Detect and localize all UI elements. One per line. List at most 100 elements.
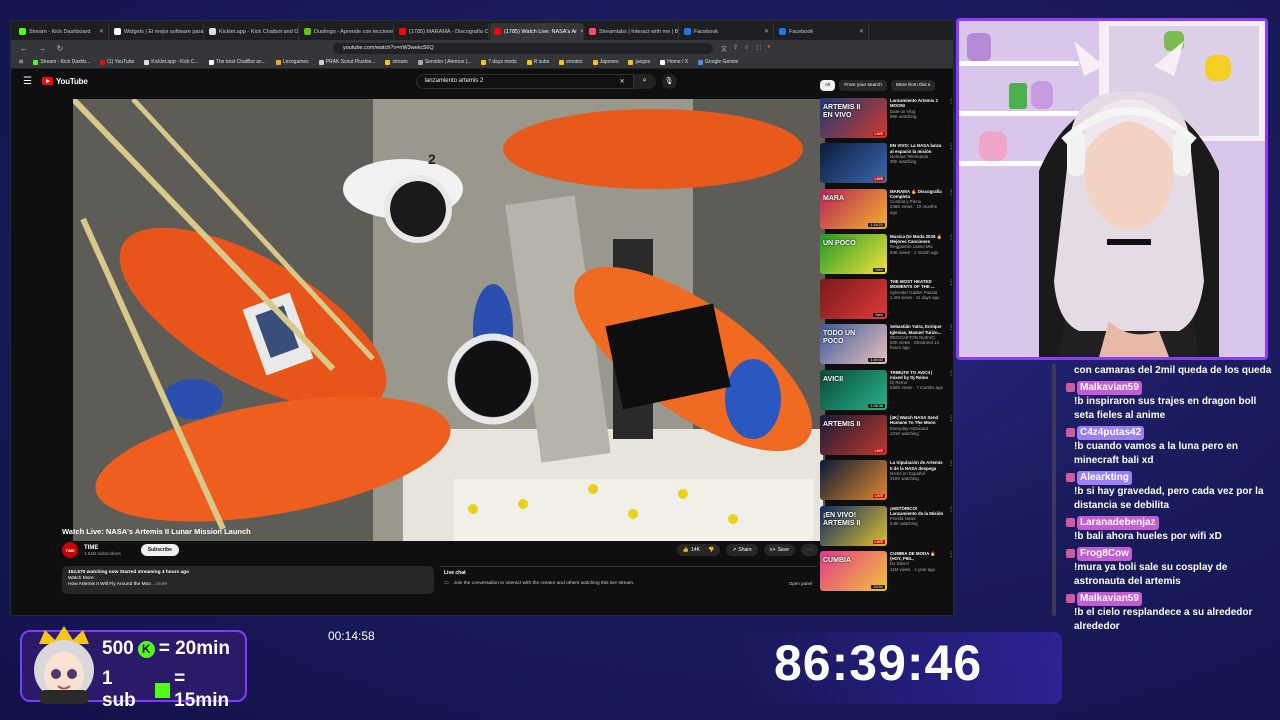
search-input[interactable]: lanzamiento artemis 2 ✕ xyxy=(415,73,634,89)
video-thumbnail[interactable]: ¡EN VIVO! ARTEMIS II LIVE xyxy=(820,505,887,546)
recommended-video[interactable]: ¡EN VIVO! ARTEMIS II LIVE ¡HISTÓRICO! Lanz… xyxy=(820,505,954,551)
recommended-title[interactable]: Lanzamiento Artemis 2 MOONI xyxy=(890,98,944,109)
chat-username[interactable]: Malkavian59 xyxy=(1077,381,1142,395)
bookmark-item[interactable]: stream xyxy=(385,59,408,65)
browser-tab[interactable]: Widgets | El mejor software para j✕ xyxy=(110,23,204,40)
recommended-video[interactable]: ARTEMIS II EN VIVO LIVE Lanzamiento Artemi… xyxy=(820,98,954,143)
recommended-title[interactable]: Musica De Moda 2026 🔥 Mejores Canciones xyxy=(890,234,944,245)
recommended-title[interactable]: CUMBIA DE MODA 🔥 (HOY, PIEL, PERDONARTE … xyxy=(890,551,944,561)
video-thumbnail[interactable]: CUMBIA 24:01 xyxy=(820,550,887,591)
close-tab-icon[interactable]: ✕ xyxy=(764,28,769,35)
bookmark-item[interactable]: R subs xyxy=(526,59,549,65)
video-thumbnail[interactable]: AVICII 1:06:36 xyxy=(820,369,887,410)
video-thumbnail[interactable]: LIVE xyxy=(820,143,887,184)
bookmark-item[interactable]: Servidor | Aternos |... xyxy=(417,59,471,65)
browser-tab[interactable]: Duolingo - Aprende con lecciones✕ xyxy=(300,23,394,40)
recommended-video[interactable]: LIVE La tripulación de Artemis II de la N… xyxy=(820,460,954,505)
more-vert-icon[interactable]: ⋮ xyxy=(948,370,954,377)
recommended-video[interactable]: LIVE EN VIVO: La NASA lanza al espacio la… xyxy=(820,143,954,188)
thumbs-down-icon[interactable]: 👎 xyxy=(708,547,714,553)
chat-username[interactable]: C4z4putas42 xyxy=(1077,426,1145,440)
chat-username[interactable]: Frog8Cow xyxy=(1077,547,1132,561)
video-thumbnail[interactable]: ARTEMIS II EN VIVO LIVE xyxy=(820,98,887,138)
clear-search-icon[interactable]: ✕ xyxy=(620,78,625,85)
bookmark-star-icon[interactable]: ☆ xyxy=(744,44,749,53)
browser-tab[interactable]: Kicklet.app - Kick Chatbot and Ov✕ xyxy=(205,23,299,40)
recommended-video[interactable]: AVICII 1:06:36 TRIBUTE TO AVICII | mixed b… xyxy=(820,369,954,415)
recommended-title[interactable]: TRIBUTE TO AVICII | mixed by Dj Remo xyxy=(890,370,944,381)
chat-username[interactable]: Malkavian59 xyxy=(1077,592,1142,606)
bookmark-item[interactable]: (1) YouTube xyxy=(100,59,134,65)
recommended-title[interactable]: THE MOST HEATED MOMENTS OF THE ... xyxy=(890,279,944,290)
recommended-title[interactable]: Sebastián Yatra, Enrique Iglesias, Manue… xyxy=(890,324,944,335)
bookmark-item[interactable]: emotes xyxy=(559,59,583,65)
more-vert-icon[interactable]: ⋮ xyxy=(948,506,954,513)
browser-tab[interactable]: (1785) Watch Live: NASA's Ar✕ xyxy=(490,23,584,40)
more-vert-icon[interactable]: ⋮ xyxy=(948,279,954,286)
chat-username[interactable]: Alearkting xyxy=(1077,471,1132,485)
bookmark-item[interactable]: Lexogames xyxy=(275,59,309,65)
search-button[interactable]: ⌕ xyxy=(633,73,656,89)
recommended-video[interactable]: UN POCO New Musica De Moda 2026 🔥 Mejores … xyxy=(820,233,954,279)
recommended-video[interactable]: ARTEMIS II LIVE [4K] Watch NASA Send Human… xyxy=(820,415,954,460)
bookmark-item[interactable]: Home / X xyxy=(660,59,688,65)
more-vert-icon[interactable]: ⋮ xyxy=(948,143,954,150)
filter-chip[interactable]: More from this s xyxy=(890,80,936,91)
more-vert-icon[interactable]: ⋮ xyxy=(948,551,954,558)
video-thumbnail[interactable]: New xyxy=(820,279,887,320)
filter-chip[interactable]: All xyxy=(820,80,836,91)
browser-tab[interactable]: Stream - Kick Dashboard ✕ xyxy=(15,23,109,40)
more-vert-icon[interactable]: ⋮ xyxy=(948,460,954,467)
more-link[interactable]: ...more xyxy=(152,582,167,587)
more-vert-icon[interactable]: ⋮ xyxy=(948,98,954,105)
bookmark-item[interactable]: 7 days mods xyxy=(481,59,517,65)
recommended-title[interactable]: ¡HISTÓRICO! Lanzamiento de la Misión Art… xyxy=(890,506,944,516)
recommended-title[interactable]: MARAMA 🔥 Discografía Completa xyxy=(890,189,944,200)
video-player[interactable]: 2 xyxy=(73,99,825,541)
translate-icon[interactable]: 文 xyxy=(721,44,727,53)
voice-search-button[interactable]: 🎙 xyxy=(661,73,677,89)
video-thumbnail[interactable]: ARTEMIS II LIVE xyxy=(820,415,887,456)
url-field[interactable]: youtube.com/watch?v=nW3wekc56Q xyxy=(333,42,713,54)
back-icon[interactable]: ← xyxy=(19,44,29,53)
more-vert-icon[interactable]: ⋮ xyxy=(948,324,954,331)
recommended-video[interactable]: MARA 1:16:21 MARAMA 🔥 Discografía Completa… xyxy=(820,188,954,234)
video-description[interactable]: 152,670 watching now Started streaming 4… xyxy=(62,566,434,594)
chat-scrollbar[interactable] xyxy=(1052,364,1056,616)
channel-avatar[interactable]: TIME xyxy=(62,542,78,558)
extensions-icon[interactable]: ⬚ xyxy=(755,44,761,53)
menu-icon[interactable]: ☰ xyxy=(23,76,32,87)
share-button[interactable]: ↗ Share xyxy=(726,544,758,556)
video-thumbnail[interactable]: MARA 1:16:21 xyxy=(820,188,887,229)
more-vert-icon[interactable]: ⋮ xyxy=(948,415,954,422)
browser-tab[interactable]: Facebook ✕ xyxy=(775,23,869,40)
recommended-title[interactable]: EN VIVO: La NASA lanza al espacio la mis… xyxy=(890,143,944,153)
more-actions-button[interactable]: ⋯ xyxy=(801,544,818,556)
profile-icon[interactable]: ● xyxy=(767,44,771,53)
recommended-video[interactable]: CUMBIA 24:01 CUMBIA DE MODA 🔥 (HOY, PIEL, … xyxy=(820,550,954,596)
reload-icon[interactable]: ↻ xyxy=(55,44,65,53)
video-thumbnail[interactable]: UN POCO New xyxy=(820,233,887,274)
youtube-logo[interactable]: YouTube xyxy=(41,77,88,86)
video-thumbnail[interactable]: LIVE xyxy=(820,460,887,501)
subscribe-button[interactable]: Subscribe xyxy=(140,544,179,556)
chat-username[interactable]: Laranadebenjaz xyxy=(1077,516,1159,530)
bookmark-item[interactable]: The best ChatBot an... xyxy=(208,59,266,65)
browser-tab[interactable]: Facebook ✕ xyxy=(680,23,774,40)
close-tab-icon[interactable]: ✕ xyxy=(580,28,583,35)
video-thumbnail[interactable]: TODO UN POCO 1:46:02 xyxy=(820,324,887,365)
close-tab-icon[interactable]: ✕ xyxy=(99,28,104,35)
bookmark-item[interactable]: Google Gemini xyxy=(698,59,738,65)
apps-grid-icon[interactable]: ⊞ xyxy=(19,59,23,65)
bookmark-item[interactable]: Japones xyxy=(592,59,618,65)
more-vert-icon[interactable]: ⋮ xyxy=(948,189,954,196)
forward-icon[interactable]: → xyxy=(37,44,47,53)
like-button[interactable]: 👍 14K 👎 xyxy=(676,544,721,556)
close-tab-icon[interactable]: ✕ xyxy=(859,28,864,35)
open-panel-button[interactable]: Open panel xyxy=(789,581,812,586)
more-vert-icon[interactable]: ⋮ xyxy=(948,234,954,241)
browser-tab[interactable]: (1785) MARAMA - Discografía C✕ xyxy=(395,23,489,40)
browser-tab[interactable]: Streamlabs | Interact with me | Be✕ xyxy=(585,23,679,40)
recommended-title[interactable]: La tripulación de Artemis II de la NASA … xyxy=(890,460,944,470)
save-button[interactable]: ≡+ Save xyxy=(763,544,795,556)
